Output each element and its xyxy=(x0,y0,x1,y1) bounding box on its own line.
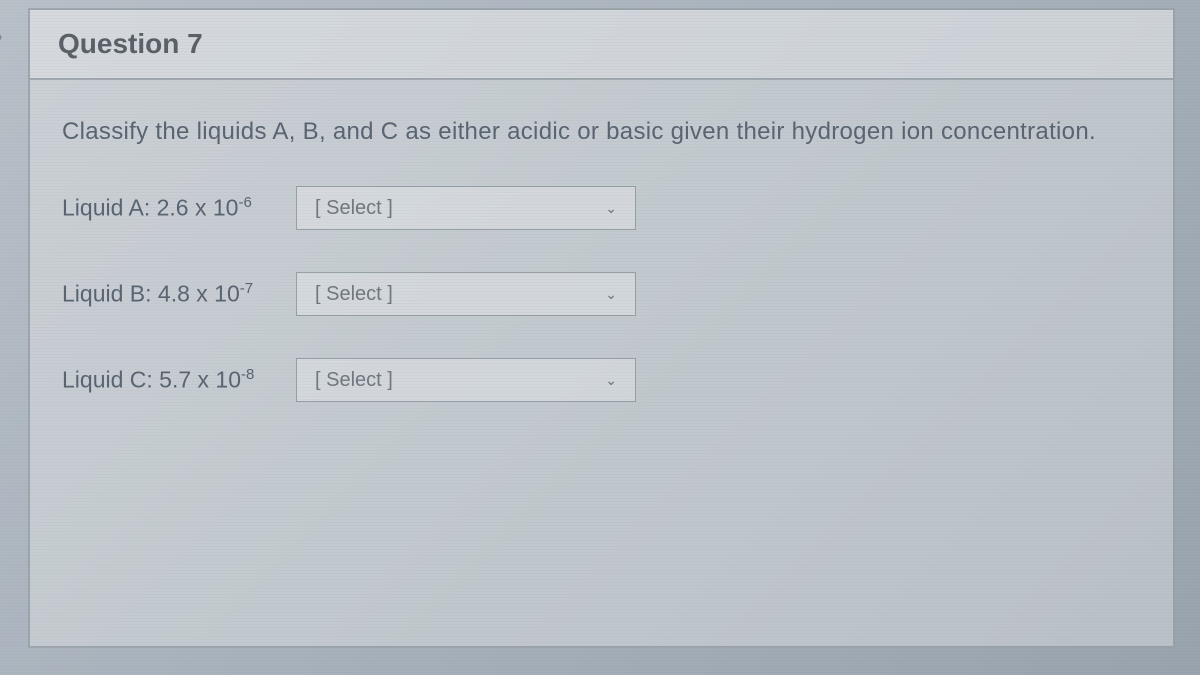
chevron-down-icon: ⌄ xyxy=(605,200,617,217)
liquid-b-label: Liquid B: 4.8 x 10-7 xyxy=(62,280,282,308)
chevron-down-icon: ⌄ xyxy=(605,372,617,389)
question-body: Classify the liquids A, B, and C as eith… xyxy=(30,80,1173,482)
liquid-a-select[interactable]: [ Select ] ⌄ xyxy=(296,186,636,230)
question-title: Question 7 xyxy=(58,28,1145,60)
liquid-row-a: Liquid A: 2.6 x 10-6 [ Select ] ⌄ xyxy=(62,186,1141,230)
question-header: Question 7 xyxy=(30,10,1173,80)
liquid-c-label-prefix: Liquid C: 5.7 x 10 xyxy=(62,367,241,393)
liquid-a-label-prefix: Liquid A: 2.6 x 10 xyxy=(62,195,238,221)
liquid-a-label-exp: -6 xyxy=(238,194,251,211)
liquid-row-c: Liquid C: 5.7 x 10-8 [ Select ] ⌄ xyxy=(62,358,1141,402)
liquid-b-label-prefix: Liquid B: 4.8 x 10 xyxy=(62,281,240,307)
liquid-c-label-exp: -8 xyxy=(241,366,254,383)
liquid-c-select[interactable]: [ Select ] ⌄ xyxy=(296,358,636,402)
chevron-down-icon: ⌄ xyxy=(605,286,617,303)
question-card: Question 7 Classify the liquids A, B, an… xyxy=(28,8,1175,648)
liquid-b-label-exp: -7 xyxy=(240,280,253,297)
liquid-c-label: Liquid C: 5.7 x 10-8 xyxy=(62,366,282,394)
liquid-b-select-placeholder: [ Select ] xyxy=(315,283,393,306)
liquid-a-select-placeholder: [ Select ] xyxy=(315,197,393,220)
liquid-a-label: Liquid A: 2.6 x 10-6 xyxy=(62,194,282,222)
liquid-c-select-placeholder: [ Select ] xyxy=(315,369,393,392)
liquid-row-b: Liquid B: 4.8 x 10-7 [ Select ] ⌄ xyxy=(62,272,1141,316)
instruction-text: Classify the liquids A, B, and C as eith… xyxy=(62,118,1141,146)
liquid-b-select[interactable]: [ Select ] ⌄ xyxy=(296,272,636,316)
prev-question-icon[interactable]: 〉 xyxy=(0,18,16,53)
